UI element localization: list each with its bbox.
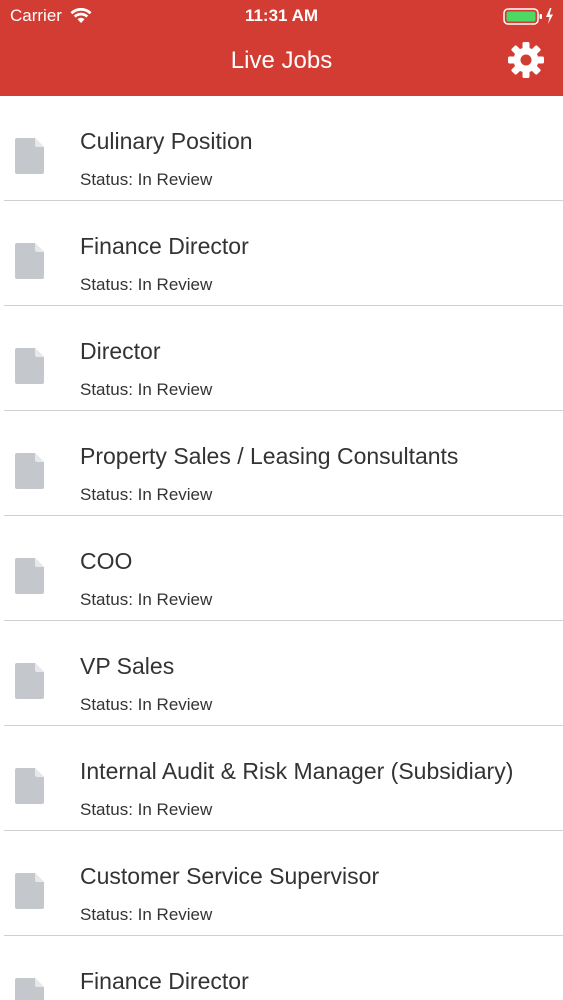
job-list: Culinary Position Status: In Review Fina… (0, 96, 563, 1000)
job-row[interactable]: Finance Director (4, 936, 563, 1000)
clock-time: 11:31 AM (244, 6, 319, 25)
job-title: Finance Director (80, 233, 249, 259)
job-row[interactable]: Culinary Position Status: In Review (4, 96, 563, 201)
job-status: Status: In Review (80, 800, 213, 819)
job-title: COO (80, 548, 133, 574)
job-status: Status: In Review (80, 695, 213, 714)
job-row[interactable]: Property Sales / Leasing Consultants Sta… (4, 411, 563, 516)
job-title: Customer Service Supervisor (80, 863, 380, 889)
status-bar: Carrier 11:31 AM (0, 0, 563, 32)
document-icon (15, 138, 44, 174)
job-title: Finance Director (80, 968, 249, 994)
job-row[interactable]: Internal Audit & Risk Manager (Subsidiar… (4, 726, 563, 831)
gear-icon[interactable] (507, 41, 545, 79)
page-title: Live Jobs (230, 47, 333, 74)
document-icon (15, 453, 44, 489)
job-status: Status: In Review (80, 170, 213, 189)
job-title: Internal Audit & Risk Manager (Subsidiar… (80, 758, 514, 784)
header-bar: Carrier 11:31 AM Live Jobs (0, 0, 563, 96)
document-icon (15, 768, 44, 804)
document-icon (15, 873, 44, 909)
job-title: VP Sales (80, 653, 175, 679)
job-status: Status: In Review (80, 380, 213, 399)
document-icon (15, 978, 44, 1000)
job-row[interactable]: Finance Director Status: In Review (4, 201, 563, 306)
job-title: Culinary Position (80, 128, 253, 154)
document-icon (15, 663, 44, 699)
job-status: Status: In Review (80, 275, 213, 294)
job-row[interactable]: Customer Service Supervisor Status: In R… (4, 831, 563, 936)
document-icon (15, 243, 44, 279)
job-status: Status: In Review (80, 905, 213, 924)
job-status: Status: In Review (80, 485, 213, 504)
document-icon (15, 558, 44, 594)
job-title: Property Sales / Leasing Consultants (80, 443, 459, 469)
job-status: Status: In Review (80, 590, 213, 609)
document-icon (15, 348, 44, 384)
job-row[interactable]: VP Sales Status: In Review (4, 621, 563, 726)
job-title: Director (80, 338, 161, 364)
job-row[interactable]: COO Status: In Review (4, 516, 563, 621)
battery-icon (503, 8, 553, 25)
job-row[interactable]: Director Status: In Review (4, 306, 563, 411)
